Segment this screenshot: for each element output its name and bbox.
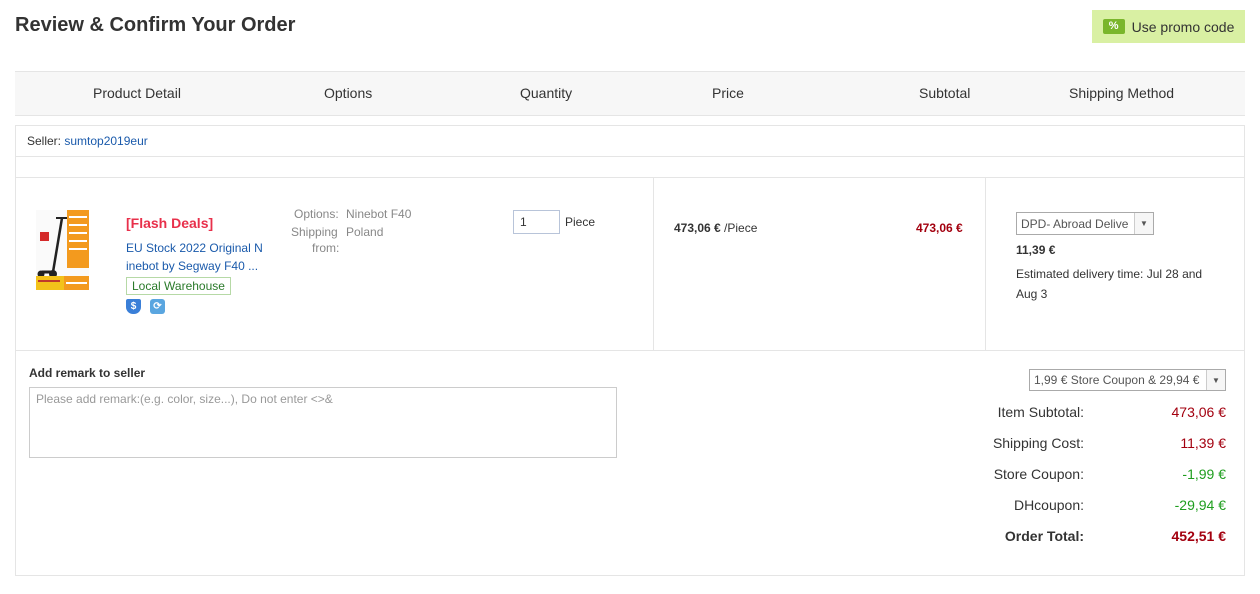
quantity-input[interactable] — [513, 210, 560, 234]
promo-label: Use promo code — [1131, 18, 1235, 35]
seller-link[interactable]: sumtop2019eur — [64, 134, 147, 148]
unit-price: 473,06 € /Piece — [674, 221, 757, 235]
shipping-from-label: from: — [312, 241, 340, 255]
order-table-header: Product Detail Options Quantity Price Su… — [15, 71, 1245, 116]
divider — [16, 350, 1244, 351]
product-name-line: inebot by Segway F40 ... — [126, 259, 259, 273]
store-coupon-label: Store Coupon: — [993, 466, 1084, 482]
shipping-method-select[interactable]: DPD- Abroad Delive ▼ — [1016, 212, 1154, 235]
dhcoupon-value: -29,94 € — [1174, 497, 1226, 513]
item-subtotal: 473,06 € — [916, 221, 963, 235]
header-price: Price — [712, 85, 744, 101]
header-shipping-method: Shipping Method — [1069, 85, 1175, 101]
header-quantity: Quantity — [520, 85, 573, 101]
shipping-method-value: DPD- Abroad Delive — [1021, 217, 1129, 231]
shipping-from-label: Shipping — [291, 225, 338, 239]
seller-label: Seller: — [27, 134, 62, 148]
use-promo-code-button[interactable]: % Use promo code — [1092, 10, 1245, 43]
product-name-line: EU Stock 2022 Original N — [126, 241, 263, 255]
product-thumbnail[interactable] — [36, 210, 89, 290]
header-product-detail: Product Detail — [93, 85, 181, 101]
dollar-shield-icon[interactable]: $ — [126, 299, 141, 314]
shipping-cost-value: 11,39 € — [1180, 435, 1226, 451]
order-total-value: 452,51 € — [1171, 528, 1227, 544]
options-value: Ninebot F40 — [346, 207, 412, 221]
quantity-unit: Piece — [565, 215, 596, 229]
price-unit: /Piece — [720, 221, 758, 235]
delivery-estimate: Estimated delivery time: Jul 28 and Aug … — [1016, 267, 1203, 301]
product-name-link[interactable]: EU Stock 2022 Original N inebot by Segwa… — [126, 239, 266, 275]
page-title: Review & Confirm Your Order — [15, 14, 296, 36]
shipping-cost: 11,39 € — [1016, 243, 1056, 257]
chevron-down-icon: ▼ — [1134, 213, 1153, 234]
shipping-from-value: Poland — [346, 225, 384, 239]
order-card: Seller: sumtop2019eur [Flash Deals] EU S… — [15, 125, 1245, 576]
order-total-label: Order Total: — [1004, 528, 1084, 544]
chevron-down-icon: ▼ — [1206, 370, 1225, 390]
remark-textarea[interactable] — [29, 387, 617, 458]
shipping-protect-icon[interactable]: ⟳ — [150, 299, 165, 314]
coupon-select[interactable]: 1,99 € Store Coupon & 29,94 € ▼ — [1029, 369, 1226, 391]
price-value: 473,06 € — [674, 221, 721, 235]
column-divider — [653, 178, 654, 350]
percent-tag-icon: % — [1102, 19, 1125, 34]
shipping-cost-label: Shipping Cost: — [992, 435, 1084, 451]
item-subtotal-label: Item Subtotal: — [997, 404, 1084, 420]
store-coupon-value: -1,99 € — [1182, 466, 1226, 482]
scooter-image — [36, 210, 89, 290]
header-options: Options — [324, 85, 373, 101]
divider — [16, 177, 1244, 178]
local-warehouse-badge: Local Warehouse — [126, 277, 231, 295]
options-label: Options: — [294, 207, 339, 221]
seller-row: Seller: sumtop2019eur — [16, 126, 1244, 157]
column-divider — [985, 178, 986, 350]
header-subtotal: Subtotal — [919, 85, 971, 101]
item-subtotal-value: 473,06 € — [1171, 404, 1227, 420]
remark-label: Add remark to seller — [29, 366, 146, 380]
dhcoupon-label: DHcoupon: — [1013, 497, 1084, 513]
coupon-select-value: 1,99 € Store Coupon & 29,94 € — [1034, 373, 1200, 387]
flash-deals-label: [Flash Deals] — [126, 215, 214, 231]
